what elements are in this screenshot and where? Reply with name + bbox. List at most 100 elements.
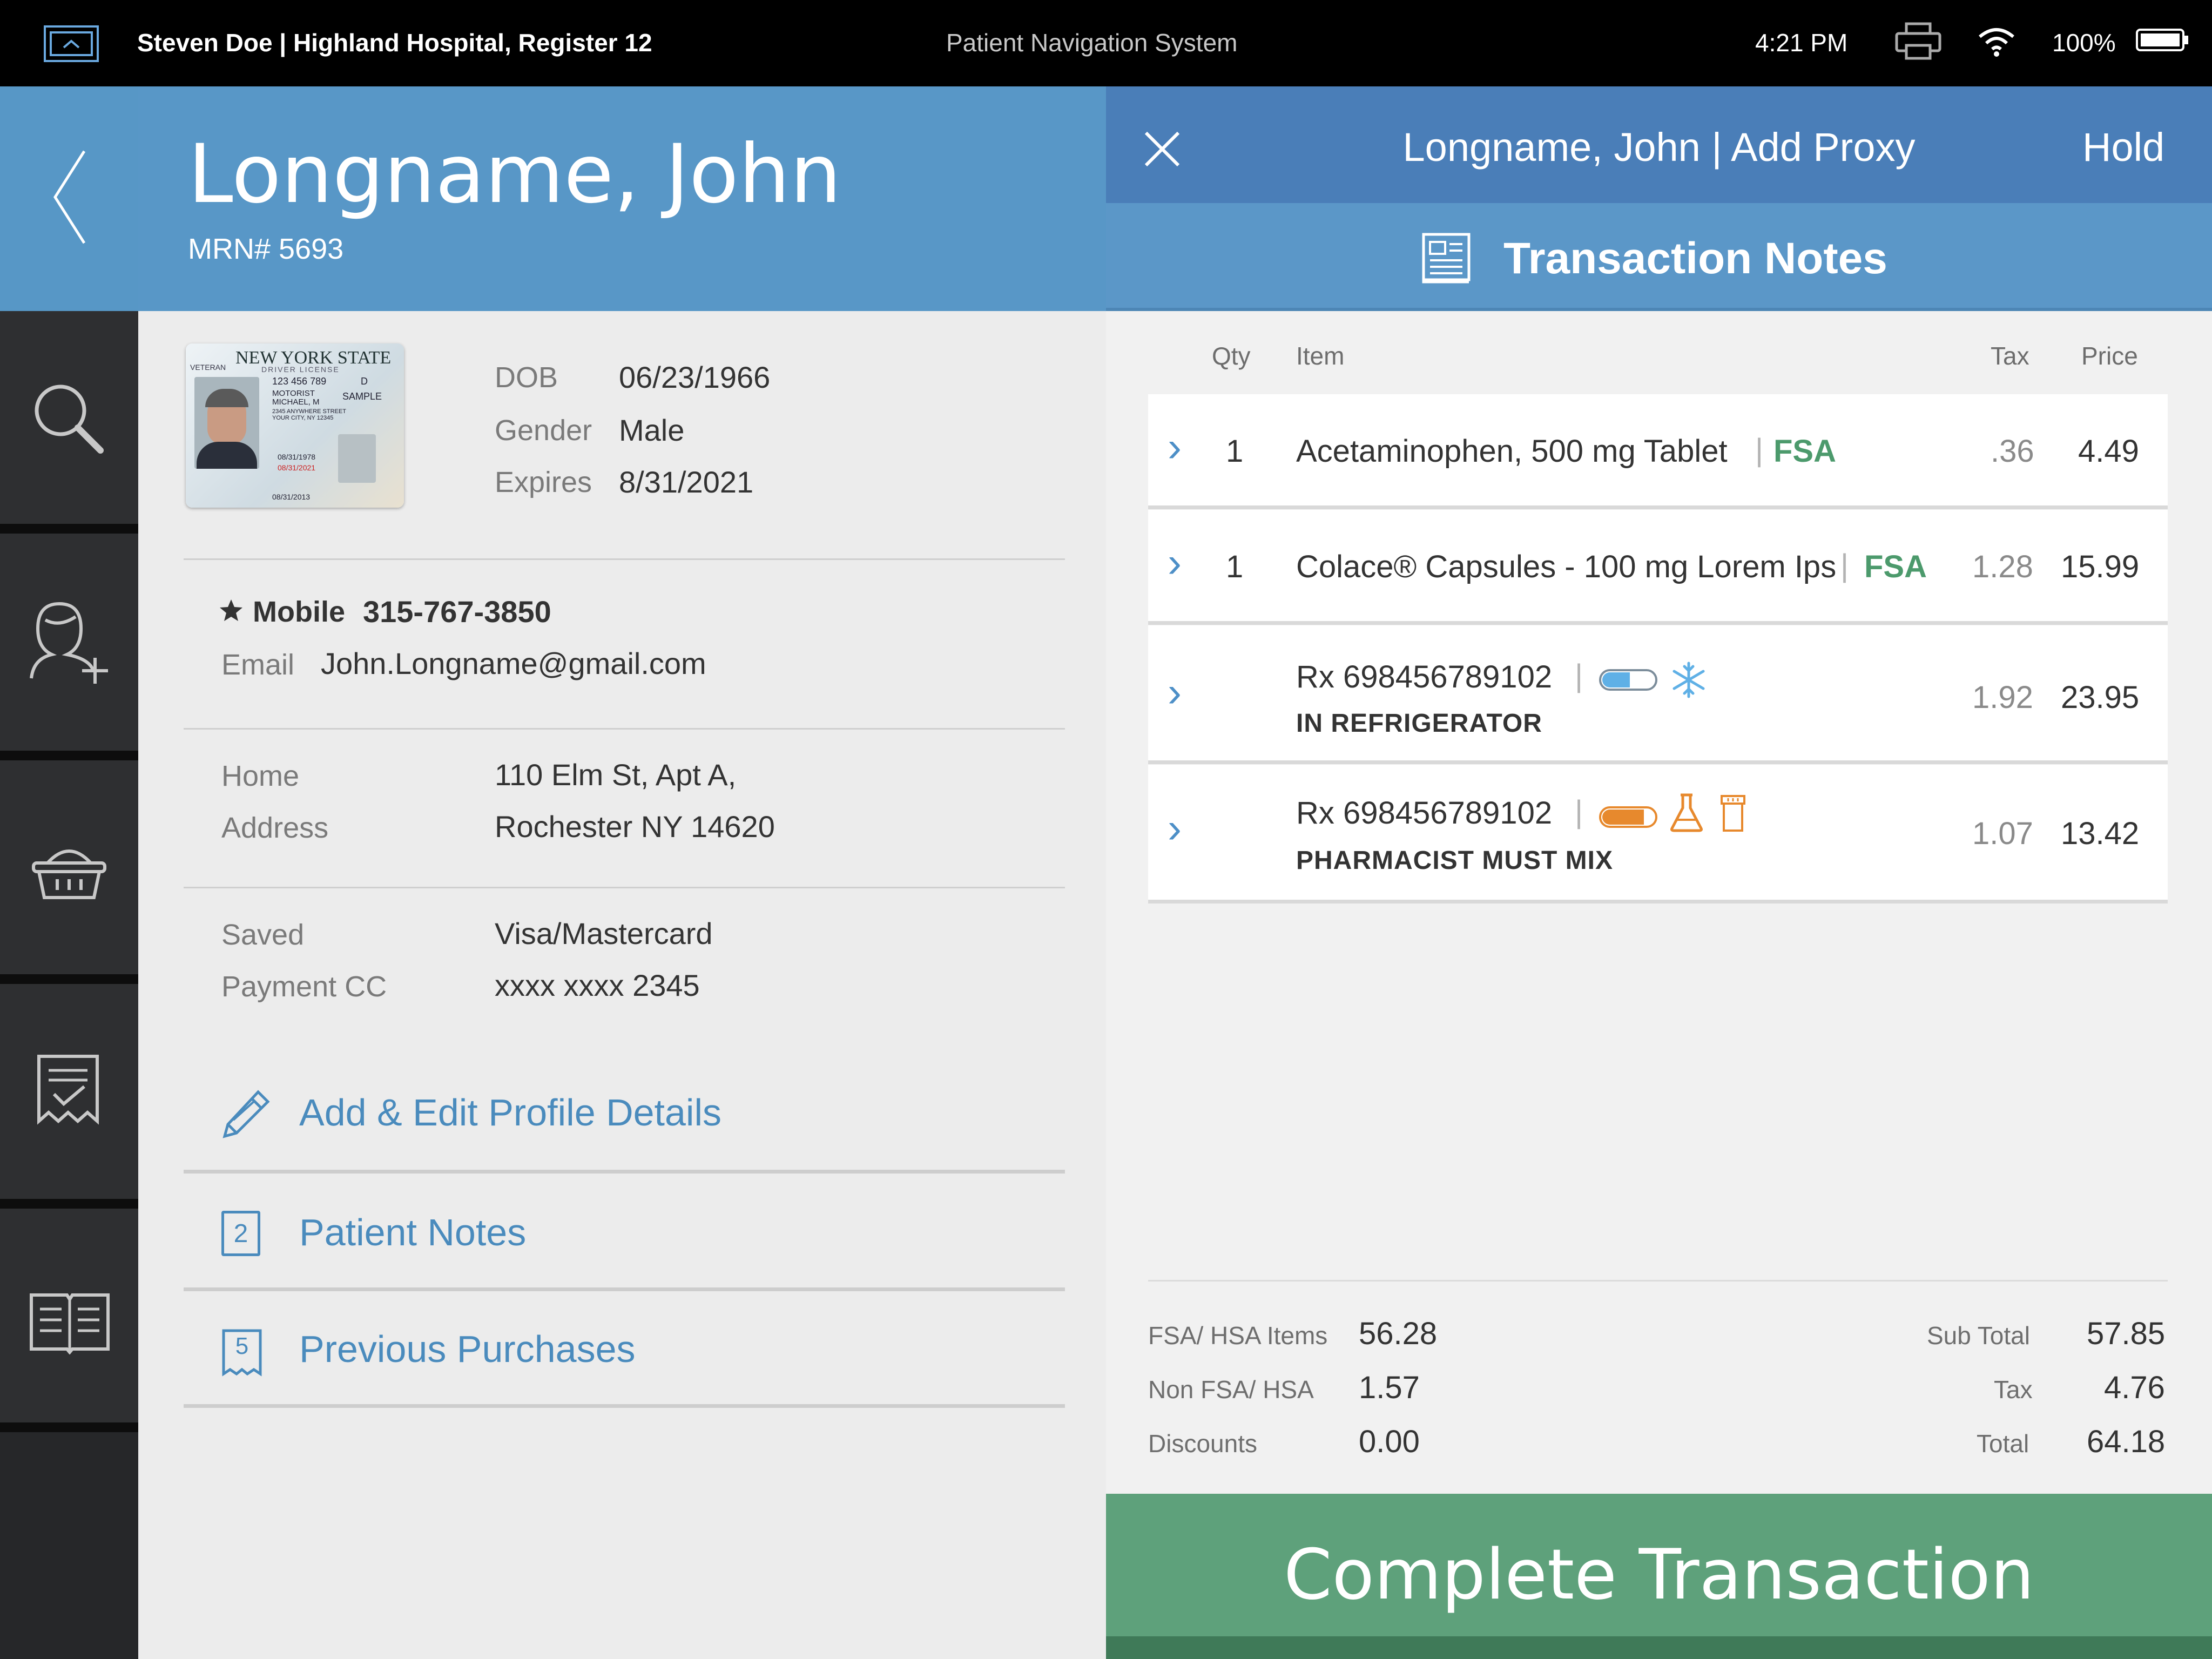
item-price: 15.99 — [2061, 549, 2140, 584]
patient-notes-label: Patient Notes — [299, 1211, 527, 1253]
license-photo — [194, 377, 259, 469]
license-class: D — [361, 376, 368, 387]
line-item-row[interactable]: › 1 Acetaminophen, 500 mg Tablet | FSA .… — [1148, 394, 2168, 509]
subtotal-value: 57.85 — [2087, 1316, 2166, 1351]
pill-bottle-icon — [1719, 794, 1746, 833]
previous-purchases-label: Previous Purchases — [299, 1328, 636, 1370]
discounts-label: Discounts — [1148, 1429, 1257, 1458]
non-fsa-value: 1.57 — [1359, 1370, 1420, 1405]
rail-search-button[interactable] — [0, 311, 138, 524]
transaction-notes-bar[interactable]: Transaction Notes — [1106, 203, 2212, 310]
separator-bar: | — [1575, 794, 1583, 830]
battery-percent: 100% — [2052, 29, 2116, 57]
previous-purchases-link[interactable]: 5 Previous Purchases — [184, 1293, 1065, 1406]
item-price: 4.49 — [2078, 434, 2139, 469]
chevron-right-icon[interactable]: › — [1168, 804, 1182, 853]
license-veteran: VETERAN — [190, 363, 226, 372]
column-tax: Tax — [1991, 342, 2029, 370]
favorite-star-icon — [218, 597, 244, 623]
back-button[interactable] — [0, 86, 138, 311]
printer-icon[interactable] — [1894, 22, 1942, 60]
subtotal-label: Sub Total — [1927, 1321, 2030, 1350]
item-price: 23.95 — [2061, 680, 2140, 715]
item-price: 13.42 — [2061, 816, 2140, 851]
mobile-value: 315-767-3850 — [363, 595, 551, 629]
edit-profile-link[interactable]: Add & Edit Profile Details — [184, 1056, 1065, 1148]
driver-license-image[interactable]: NEW YORK STATE VETERAN DRIVER LICENSE 12… — [186, 343, 404, 508]
license-city: YOUR CITY, NY 12345 — [272, 415, 334, 421]
line-item-row[interactable]: › Rx 698456789102 | PHARMACIST MUST MIX … — [1148, 765, 2168, 903]
non-fsa-label: Non FSA/ HSA — [1148, 1375, 1314, 1404]
back-chevron-icon — [53, 150, 86, 244]
rail-separator — [0, 1199, 138, 1209]
transaction-title: Longname, John | Add Proxy — [1402, 125, 1916, 170]
license-dob: 08/31/1978 — [278, 453, 316, 461]
book-icon — [30, 1293, 110, 1354]
item-qty: 1 — [1226, 434, 1244, 469]
fsa-items-label: FSA/ HSA Items — [1148, 1321, 1328, 1350]
license-small-photo — [338, 434, 376, 483]
notes-count-icon: 2 — [221, 1211, 260, 1256]
complete-transaction-button[interactable]: Complete Transaction — [1106, 1494, 2212, 1640]
item-tax: .36 — [1991, 434, 2034, 469]
patient-name: Longname, John — [188, 127, 841, 221]
line-item-row[interactable]: › Rx 698456789102 | IN REFRIGERATOR 1.92… — [1148, 625, 2168, 764]
complete-transaction-label: Complete Transaction — [1284, 1535, 2034, 1615]
license-name-1: MOTORIST — [272, 389, 315, 398]
tax-value: 4.76 — [2104, 1370, 2165, 1405]
total-label: Total — [1977, 1429, 2029, 1458]
license-id: 123 456 789 — [272, 376, 327, 387]
card-number: xxxx xxxx 2345 — [495, 968, 700, 1002]
dob-value: 06/23/1966 — [619, 360, 771, 394]
column-qty: Qty — [1212, 342, 1251, 370]
rail-catalog-button[interactable] — [0, 1209, 138, 1422]
separator-bar: | — [1575, 658, 1583, 693]
patient-notes-link[interactable]: 2 Patient Notes — [184, 1175, 1065, 1289]
saved-label: Saved — [221, 919, 305, 951]
rx-number: Rx 698456789102 — [1296, 659, 1553, 694]
add-user-icon — [30, 602, 108, 684]
receipt-check-icon — [37, 1055, 99, 1125]
chevron-right-icon[interactable]: › — [1168, 667, 1182, 717]
patient-mrn: MRN# 5693 — [188, 233, 344, 265]
separator-bar: | — [1840, 548, 1849, 583]
button-shadow — [1106, 1636, 2212, 1659]
home-label: Home — [221, 760, 300, 792]
rail-add-user-button[interactable] — [0, 534, 138, 751]
rx-note: IN REFRIGERATOR — [1296, 709, 1542, 738]
fsa-tag: FSA — [1864, 549, 1927, 584]
license-issued: 08/31/2013 — [272, 493, 311, 501]
line-item-row[interactable]: › 1 Colace® Capsules - 100 mg Lorem Ips … — [1148, 510, 2168, 625]
rail-separator — [0, 524, 138, 534]
license-expires: 08/31/2021 — [278, 463, 316, 472]
navigation-rail — [0, 86, 138, 1659]
separator-bar: | — [1755, 433, 1764, 468]
address-line-1: 110 Elm St, Apt A, — [495, 758, 737, 792]
patient-details-panel: NEW YORK STATE VETERAN DRIVER LICENSE 12… — [138, 311, 1106, 1659]
screen-mirror-icon[interactable] — [43, 25, 99, 63]
flask-icon — [1669, 793, 1704, 833]
column-price: Price — [2081, 342, 2138, 370]
divider — [184, 1287, 1065, 1291]
snowflake-icon — [1670, 661, 1708, 699]
rx-note: PHARMACIST MUST MIX — [1296, 846, 1613, 875]
rail-separator — [0, 751, 138, 760]
rail-basket-button[interactable] — [0, 760, 138, 974]
email-value[interactable]: John.Longname@gmail.com — [321, 646, 706, 681]
basket-icon — [32, 849, 106, 899]
chevron-right-icon[interactable]: › — [1168, 422, 1182, 471]
rail-receipts-button[interactable] — [0, 984, 138, 1199]
status-bar: Steven Doe | Highland Hospital, Register… — [0, 0, 2212, 86]
license-name-2: MICHAEL, M — [272, 397, 320, 407]
expires-label: Expires — [495, 466, 592, 498]
patient-header: Longname, John MRN# 5693 — [138, 86, 1106, 311]
address-label: Address — [221, 812, 329, 844]
hold-button[interactable]: Hold — [2082, 124, 2164, 170]
rail-separator — [0, 1422, 138, 1432]
battery-icon — [2135, 28, 2189, 52]
capsule-icon — [1599, 669, 1658, 691]
item-qty: 1 — [1226, 549, 1244, 584]
gender-value: Male — [619, 413, 685, 447]
chevron-right-icon[interactable]: › — [1168, 538, 1182, 587]
email-label: Email — [221, 649, 295, 681]
